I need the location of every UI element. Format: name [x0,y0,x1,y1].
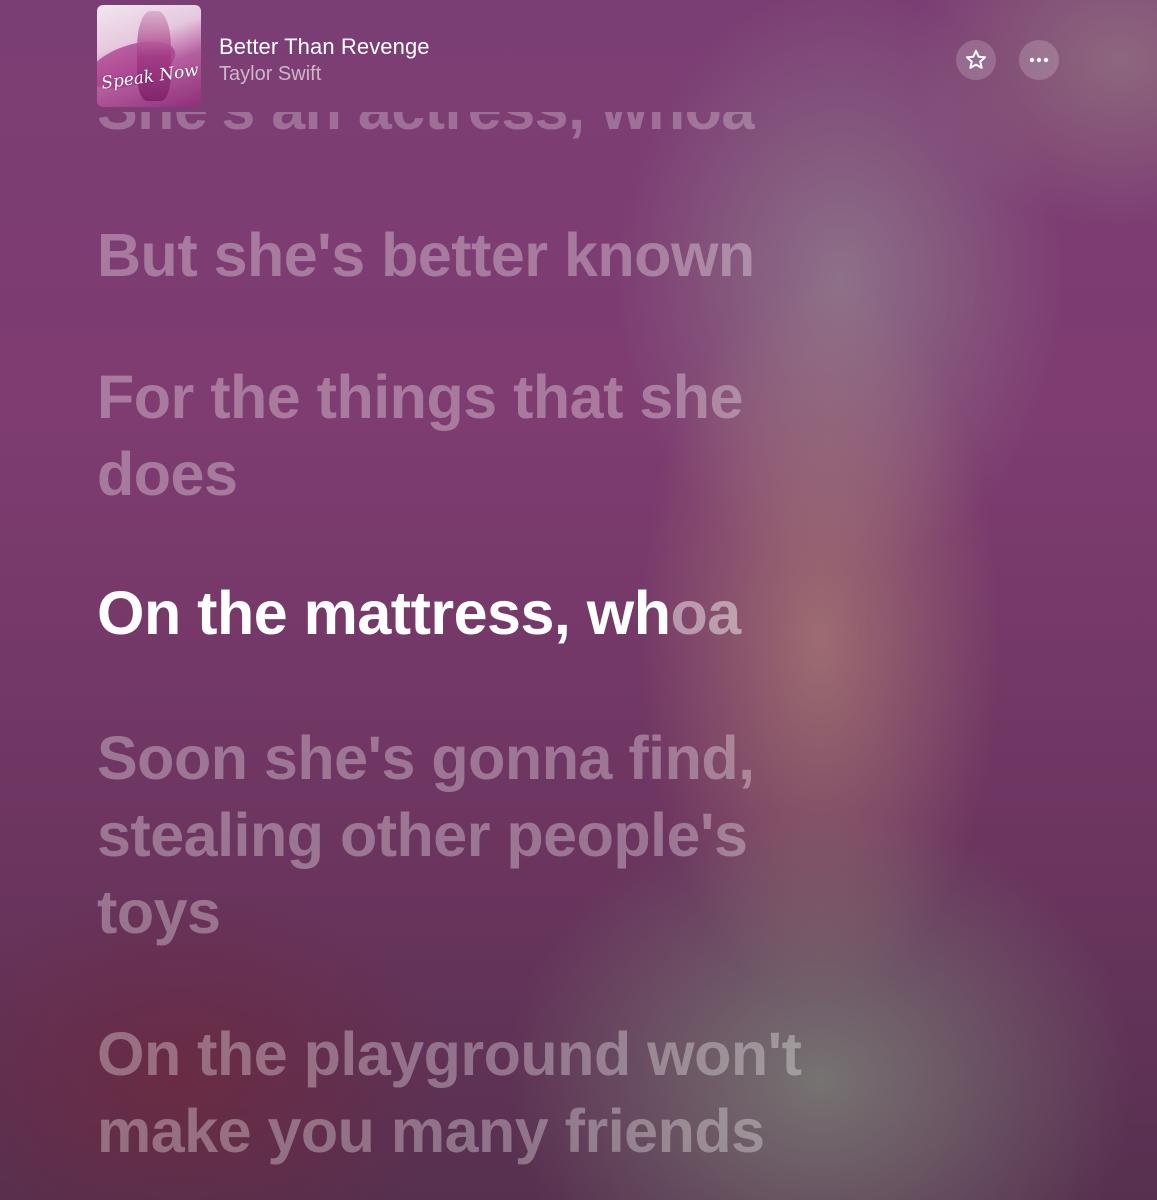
lyric-line[interactable]: toys [97,874,221,951]
lyric-line[interactable]: On the playground won't [97,1016,802,1093]
lyric-line[interactable]: does [97,436,238,513]
now-playing-header: Speak Now Better Than Revenge Taylor Swi… [0,0,1157,120]
active-lyric-sung: On the mattress, wh [97,579,671,647]
star-icon [965,49,987,69]
lyric-line-active[interactable]: On the mattress, whoa [97,575,741,652]
lyric-line[interactable]: stealing other people's [97,797,748,874]
favorite-button[interactable] [956,40,996,80]
track-title: Better Than Revenge [219,34,430,59]
album-artwork[interactable]: Speak Now [97,5,201,107]
lyric-line[interactable]: make you many friends [97,1093,765,1170]
more-options-button[interactable] [1019,40,1059,80]
active-lyric-unsung: oa [670,579,742,647]
lyric-line[interactable]: Soon she's gonna find, [97,720,755,797]
ellipsis-icon [1029,57,1049,63]
lyric-line[interactable]: For the things that she [97,359,743,436]
lyric-line[interactable]: But she's better known [97,217,755,294]
track-artist[interactable]: Taylor Swift [219,63,321,86]
